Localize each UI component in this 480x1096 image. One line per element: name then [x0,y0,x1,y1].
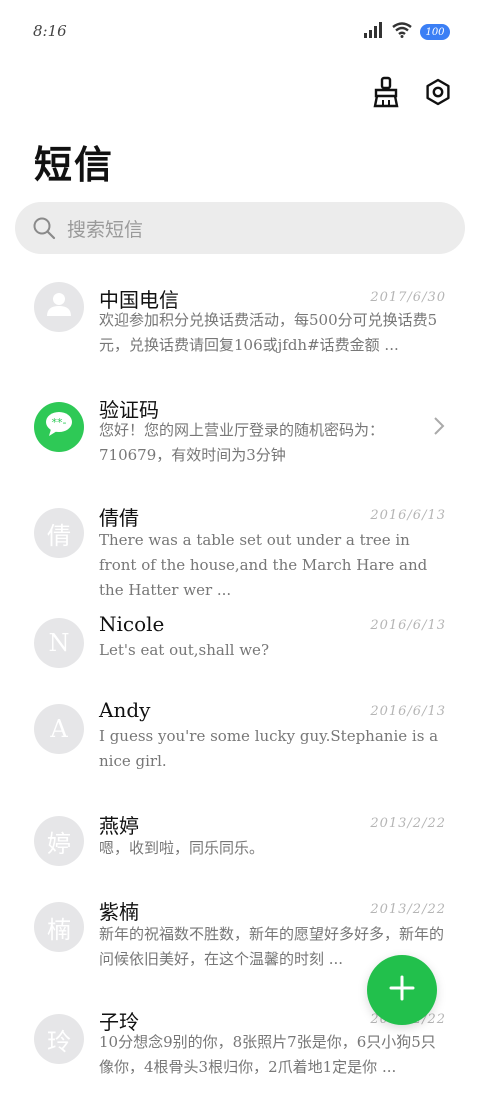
clean-button[interactable] [368,74,404,114]
avatar: 倩 [34,508,84,558]
avatar: A [34,704,84,754]
message-date: 2016/6/13 [370,508,446,523]
message-item-verification-code[interactable]: **- 验证码 您好！您的网上营业厅登录的随机密码为：710679，有效时间为3… [0,378,480,488]
message-preview: I guess you're some lucky guy.Stephanie … [99,727,439,770]
message-item-andy[interactable]: A Andy 2016/6/13 I guess you're some luc… [0,686,480,798]
chevron-right-icon[interactable] [432,414,446,438]
chat-bubble-icon: **- [44,411,74,443]
contact-name: Andy [99,698,151,722]
avatar: N [34,618,84,668]
message-item-qianqian[interactable]: 倩 倩倩 2016/6/13 There was a table set out… [0,488,480,599]
message-preview: 10分想念9别的你，8张照片7张是你，6只小狗5只像你，4根骨头3根归你，2爪着… [99,1033,436,1076]
avatar: 楠 [34,902,84,952]
status-time: 8:16 [33,22,67,40]
signal-icon [364,22,384,42]
contact-name: Nicole [99,612,165,636]
contact-name: 燕婷 [99,814,139,838]
search-placeholder: 搜索短信 [67,218,144,241]
search-bar[interactable]: 搜索短信 [15,202,465,254]
avatar: **- [34,402,84,452]
page-title: 短信 [34,142,115,187]
svg-text:**-: **- [52,416,67,429]
gear-icon [424,78,452,110]
message-preview: There was a table set out under a tree i… [99,531,428,599]
message-date: 2017/6/30 [370,290,446,305]
plus-icon [388,974,416,1006]
message-preview: 嗯，收到啦，同乐同乐。 [99,839,265,857]
avatar: 婷 [34,816,84,866]
contact-name: 倩倩 [99,506,139,530]
status-icons: 100 [364,22,450,42]
message-item-yanting[interactable]: 婷 燕婷 2013/2/22 嗯，收到啦，同乐同乐。 [0,798,480,884]
person-icon [46,291,72,323]
new-message-button[interactable] [367,955,437,1025]
message-preview: 欢迎参加积分兑换话费活动，每500分可兑换话费5元，兑换话费请回复106或jfd… [99,311,438,354]
message-date: 2013/2/22 [370,816,446,831]
message-item-nicole[interactable]: N Nicole 2016/6/13 Let's eat out,shall w… [0,598,480,686]
message-preview: 您好！您的网上营业厅登录的随机密码为：710679，有效时间为3分钟 [99,421,385,464]
message-item-china-telecom[interactable]: 中国电信 2017/6/30 欢迎参加积分兑换话费活动，每500分可兑换话费5元… [0,270,480,378]
avatar: 玲 [34,1014,84,1064]
search-icon [31,215,57,241]
battery-icon: 100 [420,24,450,40]
settings-button[interactable] [420,74,456,114]
message-date: 2016/6/13 [370,704,446,719]
top-toolbar [368,74,456,114]
message-preview: Let's eat out,shall we? [99,641,269,659]
wifi-icon [392,22,412,42]
broom-icon [372,76,400,112]
contact-name: 紫楠 [99,900,139,924]
status-bar: 8:16 100 [0,0,480,60]
message-date: 2013/2/22 [370,902,446,917]
message-date: 2016/6/13 [370,618,446,633]
avatar [34,282,84,332]
